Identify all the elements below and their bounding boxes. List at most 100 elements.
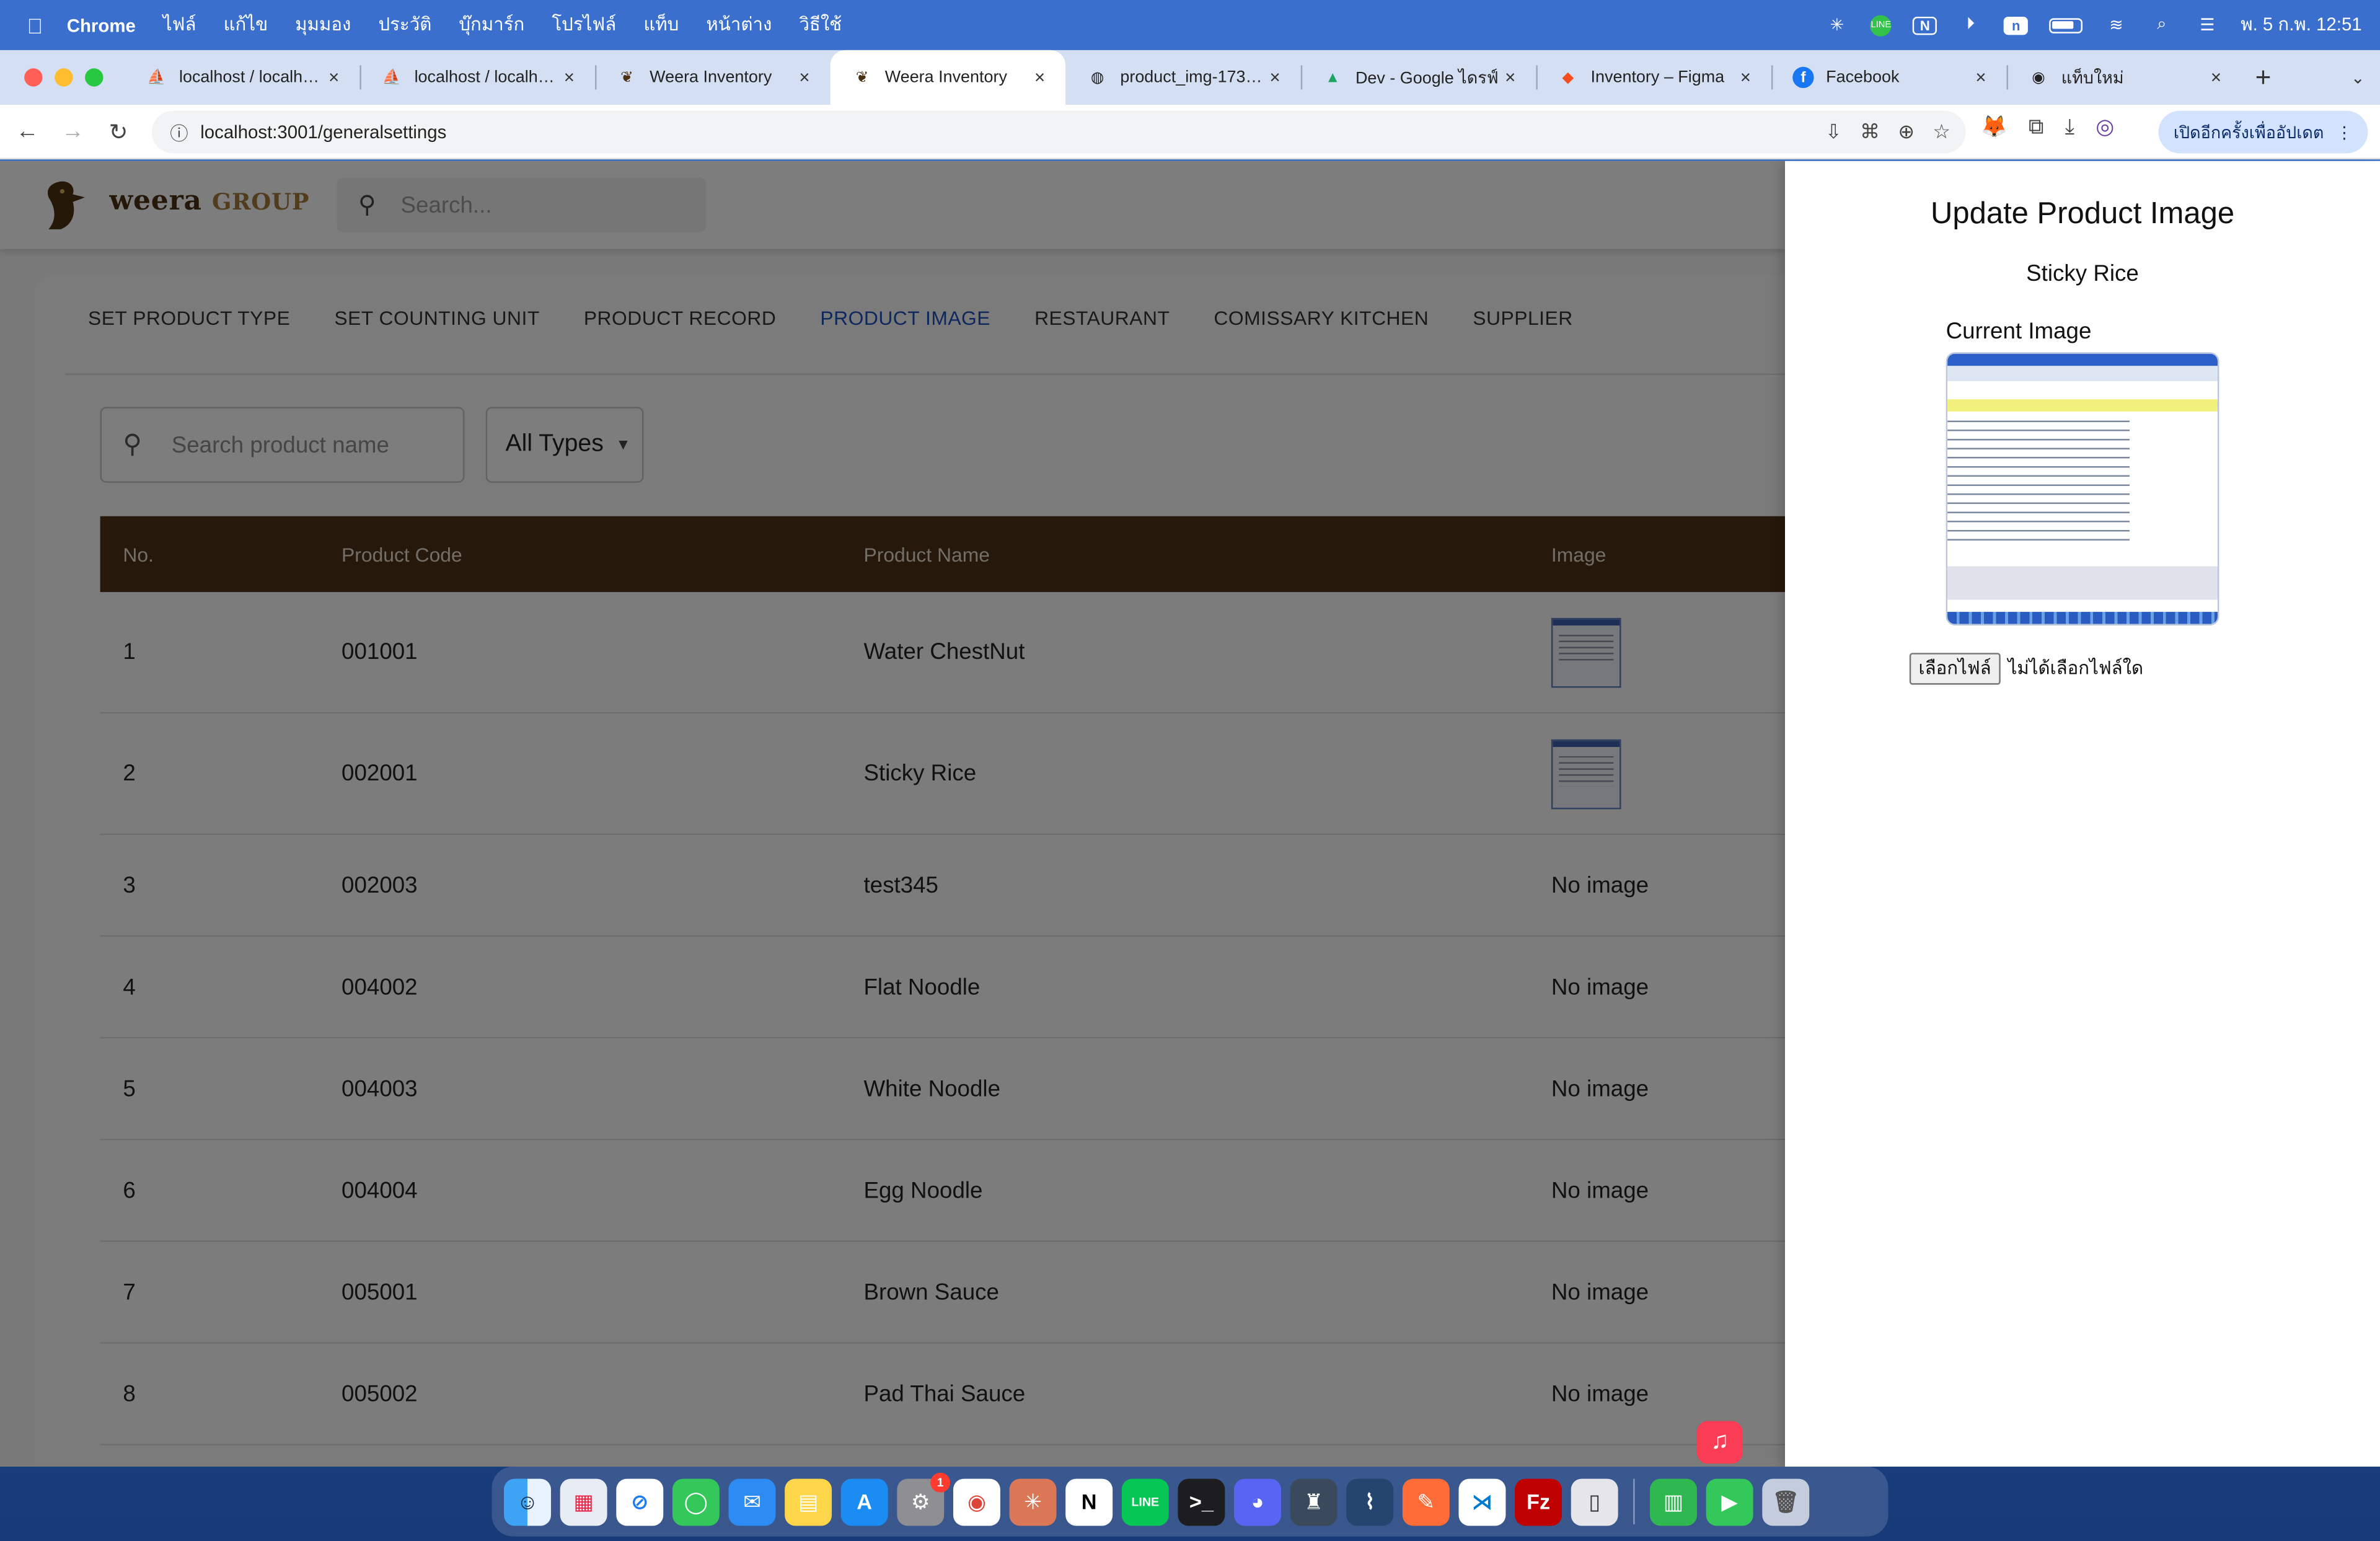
filezilla-icon[interactable]: Fz bbox=[1515, 1478, 1562, 1526]
install-app-icon[interactable]: ⇩ bbox=[1825, 120, 1842, 144]
asterisk-icon[interactable]: ✳ bbox=[1825, 16, 1849, 35]
control-center-icon[interactable]: ☰ bbox=[2195, 16, 2219, 35]
downloads-icon[interactable]: ⤓ bbox=[2065, 114, 2074, 140]
launchpad-icon[interactable]: ▦ bbox=[560, 1478, 607, 1526]
address-bar[interactable]: ⓘ localhost:3001/generalsettings ⇩ ⌘ ⊕ ☆ bbox=[151, 110, 1966, 154]
browser-tab-active[interactable]: ❦ Weera Inventory × bbox=[830, 50, 1066, 105]
back-arrow-icon[interactable]: ← bbox=[4, 118, 50, 144]
finder-icon[interactable]: ☺ bbox=[504, 1478, 551, 1526]
simulator-icon[interactable]: ▯ bbox=[1571, 1478, 1618, 1526]
line-icon[interactable]: LINE bbox=[1870, 14, 1892, 36]
choose-file-button[interactable]: เลือกไฟล์ bbox=[1909, 653, 2001, 685]
apple-menu-icon[interactable]:  bbox=[24, 13, 45, 37]
site-info-icon[interactable]: ⓘ bbox=[158, 119, 201, 145]
search-icon[interactable]: ⌕ bbox=[2149, 15, 2174, 34]
chrome-icon[interactable]: ◉ bbox=[953, 1478, 1000, 1526]
music-icon[interactable]: ♫ bbox=[1696, 1421, 1743, 1464]
battery-icon[interactable] bbox=[2049, 17, 2083, 33]
postman-icon[interactable]: ✎ bbox=[1402, 1478, 1450, 1526]
close-tab-icon[interactable]: × bbox=[1735, 67, 1756, 88]
modal-backdrop[interactable] bbox=[0, 161, 1786, 1467]
tab-search-chevron-icon[interactable]: ⌄ bbox=[2351, 68, 2365, 87]
tableplus-icon[interactable]: ♜ bbox=[1290, 1478, 1338, 1526]
profile-avatar-icon[interactable]: ◎ bbox=[2096, 114, 2114, 140]
close-tab-icon[interactable]: × bbox=[324, 67, 345, 88]
forward-arrow-icon[interactable]: → bbox=[50, 118, 95, 144]
close-tab-icon[interactable]: × bbox=[1029, 67, 1050, 88]
browser-tab[interactable]: ◍ product_img-173873 × bbox=[1065, 50, 1301, 105]
vscode-icon[interactable]: ⋊ bbox=[1458, 1478, 1506, 1526]
reload-icon[interactable]: ↻ bbox=[95, 118, 141, 145]
menu-file[interactable]: ไฟล์ bbox=[163, 11, 196, 40]
menu-clock[interactable]: พ. 5 ก.พ. 12:51 bbox=[2241, 11, 2361, 40]
metamask-icon[interactable]: 🦊 bbox=[1981, 114, 2008, 140]
browser-tab[interactable]: ⛵ localhost / localhost / × bbox=[125, 50, 360, 105]
wifi-icon[interactable]: ≋ bbox=[2104, 16, 2128, 35]
weera-icon: ❦ bbox=[620, 69, 633, 86]
tab-title: Facebook bbox=[1826, 68, 1900, 87]
close-tab-icon[interactable]: × bbox=[794, 67, 815, 88]
menu-history[interactable]: ประวัติ bbox=[378, 11, 431, 40]
browser-tab[interactable]: ◉ แท็บใหม่ × bbox=[2006, 50, 2242, 105]
google-drive-icon: ▲ bbox=[1325, 69, 1341, 86]
current-image-label: Current Image bbox=[1946, 319, 2092, 345]
mysql-workbench-icon[interactable]: ⌇ bbox=[1346, 1478, 1394, 1526]
browser-tab[interactable]: ❦ Weera Inventory × bbox=[595, 50, 831, 105]
minimize-window-button[interactable] bbox=[55, 68, 73, 87]
zoom-icon[interactable]: ⊕ bbox=[1898, 120, 1915, 144]
messages-icon[interactable]: ◯ bbox=[672, 1478, 720, 1526]
new-tab-button[interactable]: + bbox=[2242, 61, 2285, 93]
notes-icon[interactable]: ▤ bbox=[785, 1478, 832, 1526]
claude-icon[interactable]: ✳ bbox=[1009, 1478, 1057, 1526]
trash-icon[interactable]: 🗑 bbox=[1762, 1478, 1810, 1526]
menu-tab[interactable]: แท็บ bbox=[643, 11, 679, 40]
notion-icon[interactable]: N bbox=[1913, 15, 1937, 35]
zoom-window-button[interactable] bbox=[85, 68, 104, 87]
menu-window[interactable]: หน้าต่าง bbox=[706, 11, 772, 40]
status-area: ✳ LINE N ⏵ n ≋ ⌕ ☰ พ. 5 ก.พ. 12:51 bbox=[1825, 0, 2362, 50]
menu-profiles[interactable]: โปรไฟล์ bbox=[552, 11, 616, 40]
menu-help[interactable]: วิธีใช้ bbox=[799, 11, 842, 40]
close-window-button[interactable] bbox=[24, 68, 43, 87]
extensions-puzzle-icon[interactable]: ⧉ bbox=[2029, 114, 2043, 140]
globe-icon: ◍ bbox=[1090, 69, 1104, 86]
app-store-icon[interactable]: A bbox=[840, 1478, 888, 1526]
mail-icon[interactable]: ✉ bbox=[728, 1478, 776, 1526]
facetime-icon[interactable]: ▶ bbox=[1706, 1478, 1753, 1526]
preview-highlight bbox=[1947, 399, 2218, 412]
terminal-icon[interactable]: >_ bbox=[1178, 1478, 1225, 1526]
line-icon[interactable]: LINE bbox=[1121, 1478, 1169, 1526]
menu-bookmarks[interactable]: บุ๊กมาร์ก bbox=[459, 11, 524, 40]
current-image-preview bbox=[1946, 352, 2219, 626]
n-icon[interactable]: n bbox=[2004, 15, 2029, 35]
update-button[interactable]: เปิดอีกครั้งเพื่ออัปเดต ⋮ bbox=[2158, 110, 2368, 154]
notion-icon[interactable]: N bbox=[1065, 1478, 1113, 1526]
close-tab-icon[interactable]: × bbox=[1264, 67, 1285, 88]
window-controls bbox=[24, 68, 104, 87]
menu-app-name[interactable]: Chrome bbox=[67, 14, 136, 35]
notification-badge: 1 bbox=[930, 1472, 951, 1492]
url-text[interactable]: localhost:3001/generalsettings bbox=[200, 121, 446, 143]
close-tab-icon[interactable]: × bbox=[1970, 67, 1991, 88]
close-tab-icon[interactable]: × bbox=[1500, 67, 1521, 88]
macos-menu-bar:  Chrome ไฟล์ แก้ไข มุมมอง ประวัติ บุ๊กม… bbox=[0, 0, 2380, 50]
play-icon[interactable]: ⏵ bbox=[1959, 15, 1983, 34]
browser-tab[interactable]: f Facebook × bbox=[1771, 50, 2007, 105]
bookmark-star-icon[interactable]: ☆ bbox=[1933, 120, 1950, 144]
close-tab-icon[interactable]: × bbox=[2205, 67, 2226, 88]
close-tab-icon[interactable]: × bbox=[558, 67, 580, 88]
browser-tab[interactable]: ▲ Dev - Google ไดรฟ์ × bbox=[1300, 50, 1536, 105]
safari-icon[interactable]: ⊘ bbox=[616, 1478, 664, 1526]
more-menu-icon[interactable]: ⋮ bbox=[2336, 122, 2353, 142]
system-settings-icon[interactable]: ⚙ 1 bbox=[897, 1472, 951, 1526]
translate-icon[interactable]: ⌘ bbox=[1860, 120, 1880, 144]
tab-title: Inventory – Figma bbox=[1590, 68, 1725, 87]
discord-icon[interactable]: ◕ bbox=[1234, 1478, 1281, 1526]
facebook-icon: f bbox=[1792, 66, 1814, 89]
menu-view[interactable]: มุมมอง bbox=[295, 11, 351, 40]
screen:  Chrome ไฟล์ แก้ไข มุมมอง ประวัติ บุ๊กม… bbox=[0, 0, 2380, 1541]
browser-tab[interactable]: ⛵ localhost / localhost / × bbox=[359, 50, 595, 105]
menu-edit[interactable]: แก้ไข bbox=[224, 11, 268, 40]
browser-tab[interactable]: ◆ Inventory – Figma × bbox=[1536, 50, 1771, 105]
numbers-icon[interactable]: ▥ bbox=[1650, 1478, 1697, 1526]
